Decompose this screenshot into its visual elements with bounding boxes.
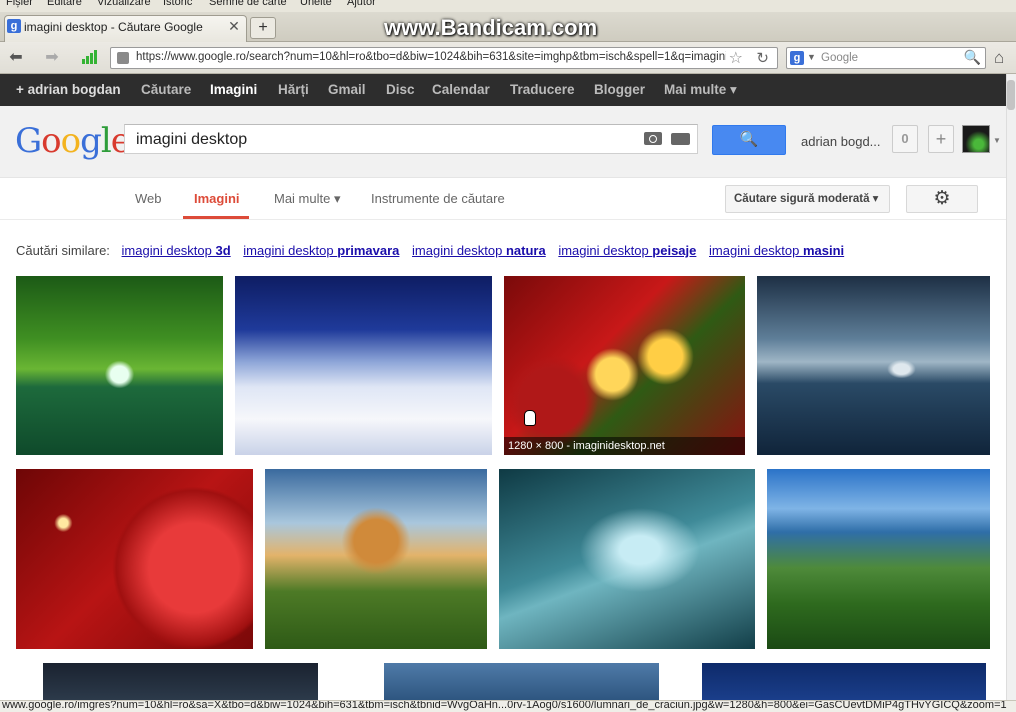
engine-dropdown-icon[interactable]: ▼ [807,52,816,62]
tab-web[interactable]: Web [135,191,162,206]
gbar-item-maps[interactable]: Hărți [278,82,309,97]
gbar-item-drive[interactable]: Disc [386,82,415,97]
search-tabs-row: Web Imagini Mai multe ▾ Instrumente de c… [0,178,1006,220]
browser-search-box[interactable]: g ▼ Google 🔍 [786,47,986,69]
keyboard-icon[interactable] [671,133,690,145]
camera-icon[interactable] [644,132,662,145]
lake-caravan-image[interactable] [757,276,990,455]
gbar-item-translate[interactable]: Traducere [510,82,575,97]
gbar-item-more[interactable]: Mai multe ▾ [664,82,737,98]
close-tab-icon[interactable]: ✕ [226,18,242,34]
related-label: Căutări similare: [16,243,110,258]
tab-title: imagini desktop - Căutare Google [24,20,203,34]
account-dropdown-icon[interactable]: ▼ [993,136,1001,145]
browser-tab[interactable]: g imagini desktop - Căutare Google ✕ [4,15,247,42]
google-logo[interactable]: Google [15,121,131,161]
search-button[interactable]: 🔍 [712,125,786,155]
menu-file[interactable]: Fișier [6,0,33,8]
gbar-item-calendar[interactable]: Calendar [432,82,490,97]
status-url: www.google.ro/imgres?num=10&hl=ro&sa=X&t… [2,700,1007,711]
hand-cursor-icon [524,410,536,426]
url-bar[interactable]: https://www.google.ro/search?num=10&hl=r… [110,47,778,69]
image-result-partial[interactable] [384,663,659,700]
scrollbar-thumb[interactable] [1007,80,1015,110]
related-link[interactable]: imagini desktop peisaje [558,243,696,258]
tab-strip: g imagini desktop - Căutare Google ✕ + w… [0,12,1016,42]
menu-help[interactable]: Ajutor [347,0,376,8]
related-link[interactable]: imagini desktop natura [412,243,546,258]
image-result-partial[interactable] [702,663,986,700]
account-name[interactable]: adrian bogd... [801,134,881,149]
gbar-item-gmail[interactable]: Gmail [328,82,366,97]
castle-fantasy-image[interactable] [265,469,487,649]
image-caption: 1280 × 800 - imaginidesktop.net [504,437,745,455]
avatar[interactable] [962,125,990,153]
share-button[interactable]: + [928,125,954,153]
christmas-ornament-image[interactable] [16,469,253,649]
search-input[interactable]: imagini desktop [124,124,698,154]
search-placeholder: Google [821,52,859,64]
search-icon[interactable]: 🔍 [964,49,981,66]
scrollbar[interactable] [1006,74,1016,700]
menu-tools[interactable]: Unelte [300,0,332,8]
search-query[interactable]: imagini desktop [136,131,247,149]
notifications-button[interactable]: 0 [892,125,918,153]
navigation-bar: ⬅ ➡ https://www.google.ro/search?num=10&… [0,42,1016,74]
back-arrow-icon[interactable]: ⬅ [4,48,28,68]
google-favicon-icon: g [7,19,21,33]
menu-bar: Fișier Editare Vizualizare Istoric Semne… [0,0,1016,12]
gbar-item-search[interactable]: Căutare [141,82,191,97]
google-header: Google imagini desktop 🔍 adrian bogd... … [0,106,1006,178]
menu-view[interactable]: Vizualizare [97,0,151,8]
gbar-item-images[interactable]: Imagini [210,82,257,97]
site-identity-icon[interactable] [117,52,129,64]
gear-icon: ⚙ [933,188,951,209]
forward-arrow-icon[interactable]: ➡ [40,48,64,68]
related-searches: Căutări similare: imagini desktop 3d ima… [16,243,853,258]
gbar-item-blogger[interactable]: Blogger [594,82,645,97]
menu-history[interactable]: Istoric [163,0,192,8]
christmas-candles-image[interactable]: 1280 × 800 - imaginidesktop.net [504,276,745,455]
winter-landscape-image[interactable] [235,276,492,455]
related-link[interactable]: imagini desktop primavara [243,243,399,258]
menu-bookmarks[interactable]: Semne de carte [209,0,287,8]
coastal-cliffs-image[interactable] [767,469,990,649]
image-result-partial[interactable] [43,663,318,700]
bookmark-star-icon[interactable]: ☆ [729,48,743,68]
related-link[interactable]: imagini desktop masini [709,243,844,258]
status-bar: www.google.ro/imgres?num=10&hl=ro&sa=X&t… [0,700,1016,712]
related-link[interactable]: imagini desktop 3d [122,243,231,258]
waterfall-image[interactable] [16,276,223,455]
search-icon: 🔍 [739,131,759,148]
bandicam-watermark: www.Bandicam.com [384,15,598,40]
active-tab-indicator [183,216,249,219]
tab-search-tools[interactable]: Instrumente de căutare [371,191,505,206]
google-bar: + adrian bogdan Căutare Imagini Hărți Gm… [0,74,1006,106]
google-engine-icon[interactable]: g [790,51,804,65]
menu-edit[interactable]: Editare [47,0,82,8]
new-tab-button[interactable]: + [250,17,276,39]
settings-button[interactable]: ⚙ [906,185,978,213]
reload-icon[interactable]: ↻ [756,49,769,67]
home-icon[interactable]: ⌂ [994,48,1004,68]
gbar-user[interactable]: + adrian bogdan [16,82,121,97]
tab-more[interactable]: Mai multe ▾ [274,191,341,207]
url-text[interactable]: https://www.google.ro/search?num=10&hl=r… [136,51,726,63]
water-drops-image[interactable] [499,469,755,649]
tab-images[interactable]: Imagini [194,191,240,206]
signal-bars-icon [82,50,98,64]
safe-search-dropdown[interactable]: Căutare sigură moderată ▾ [725,185,890,213]
